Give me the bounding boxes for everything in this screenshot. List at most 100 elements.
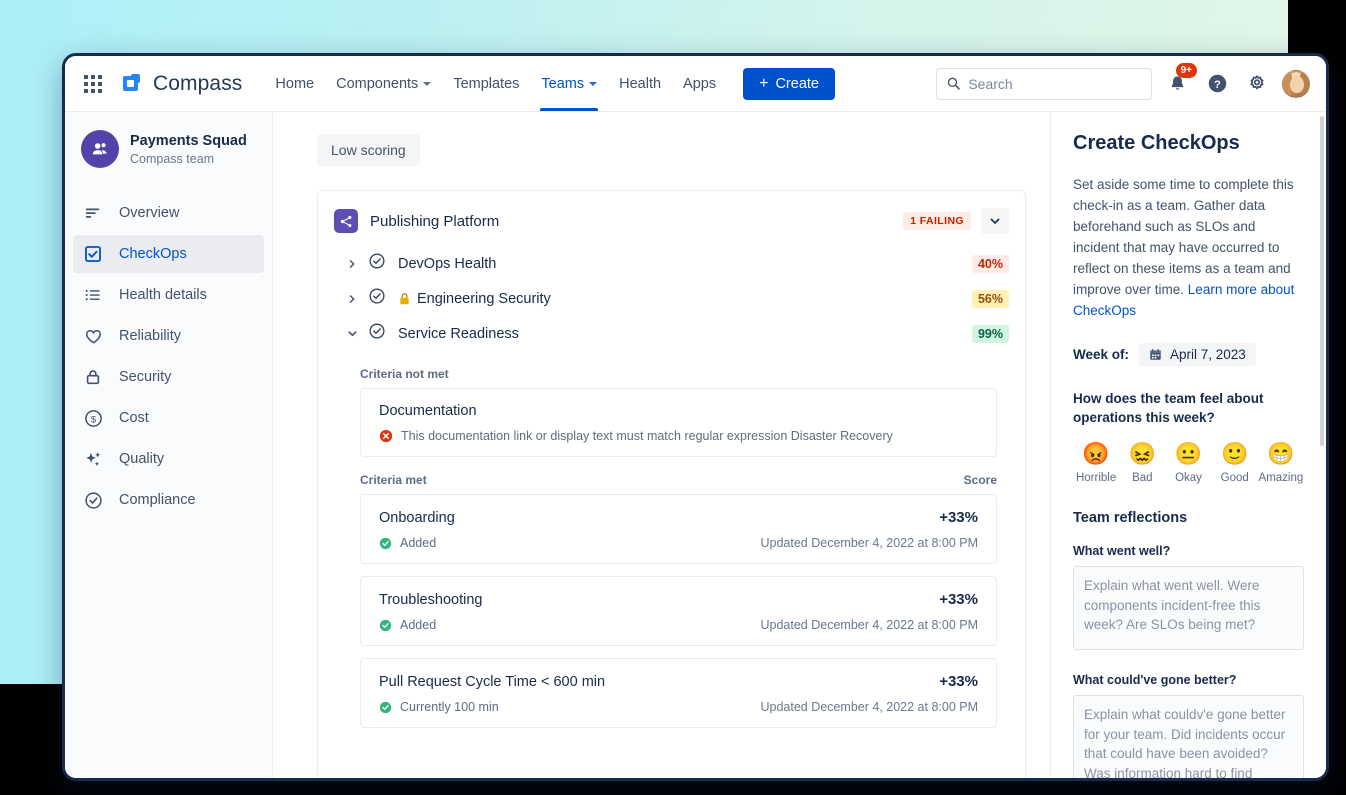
emoji-okay-icon: 😐 bbox=[1175, 442, 1202, 466]
chevron-down-icon[interactable] bbox=[344, 328, 360, 339]
panel-scrollbar-thumb[interactable] bbox=[1320, 116, 1324, 446]
sidebar-item-compliance[interactable]: Compliance bbox=[73, 481, 264, 519]
emoji-bad-icon: 😖 bbox=[1129, 442, 1156, 466]
panel-description: Set aside some time to complete this che… bbox=[1073, 175, 1304, 321]
scorecard-row-devops-health-label: DevOps Health bbox=[398, 256, 496, 272]
mood-option-bad[interactable]: 😖 Bad bbox=[1119, 442, 1165, 484]
nav-link-home[interactable]: Home bbox=[264, 56, 325, 111]
criteria-status: Added bbox=[379, 536, 436, 550]
nav-link-home-label: Home bbox=[275, 76, 314, 92]
mood-option-okay[interactable]: 😐 Okay bbox=[1165, 442, 1211, 484]
app-switcher-button[interactable] bbox=[77, 68, 109, 100]
check-circle-icon bbox=[368, 322, 386, 345]
criteria-met-heading-row: Criteria met Score bbox=[318, 457, 1025, 494]
sidebar-item-checkops[interactable]: CheckOps bbox=[73, 235, 264, 273]
list-lines-icon bbox=[83, 203, 103, 223]
nav-link-apps[interactable]: Apps bbox=[672, 56, 727, 111]
browser-window: Compass Home Components Templates Teams bbox=[62, 53, 1329, 781]
nav-link-teams-label: Teams bbox=[541, 76, 584, 92]
sparkle-icon bbox=[83, 449, 103, 469]
success-icon bbox=[379, 701, 392, 714]
search-box[interactable] bbox=[936, 68, 1152, 100]
what-went-well-input[interactable] bbox=[1073, 566, 1304, 650]
filter-chip-low-scoring[interactable]: Low scoring bbox=[317, 134, 420, 166]
sidebar-item-quality[interactable]: Quality bbox=[73, 440, 264, 478]
week-of-row: Week of: April 7 bbox=[1073, 343, 1304, 366]
criteria-card-onboarding: Onboarding +33% Added Update bbox=[360, 494, 997, 564]
failing-lozenge: 1 FAILING bbox=[903, 212, 971, 230]
nav-link-components[interactable]: Components bbox=[325, 56, 442, 111]
criteria-card-troubleshooting: Troubleshooting +33% Added U bbox=[360, 576, 997, 646]
screen-root: Compass Home Components Templates Teams bbox=[0, 0, 1346, 795]
dollar-circle-icon: $ bbox=[83, 408, 103, 428]
criteria-status: Added bbox=[379, 618, 436, 632]
criteria-error-text: This documentation link or display text … bbox=[401, 429, 893, 443]
user-avatar[interactable] bbox=[1282, 70, 1310, 98]
what-could-have-gone-better-input[interactable] bbox=[1073, 695, 1304, 781]
chevron-right-icon[interactable] bbox=[344, 259, 360, 269]
sidebar-item-overview[interactable]: Overview bbox=[73, 194, 264, 232]
help-button[interactable]: ? bbox=[1202, 69, 1232, 99]
mood-option-good[interactable]: 🙂 Good bbox=[1212, 442, 1258, 484]
check-circle-icon bbox=[368, 287, 386, 310]
search-input[interactable] bbox=[968, 76, 1141, 92]
sidebar-item-reliability-label: Reliability bbox=[119, 328, 181, 344]
week-date-picker[interactable]: April 7, 2023 bbox=[1139, 343, 1256, 366]
success-icon bbox=[379, 619, 392, 632]
sidebar-item-health-details[interactable]: Health details bbox=[73, 276, 264, 314]
nav-link-apps-label: Apps bbox=[683, 76, 716, 92]
component-share-icon bbox=[334, 209, 358, 233]
bullet-list-icon bbox=[83, 285, 103, 305]
compass-logo-link[interactable]: Compass bbox=[123, 72, 242, 96]
criteria-status-text: Added bbox=[400, 618, 436, 632]
mood-option-horrible[interactable]: 😡 Horrible bbox=[1073, 442, 1119, 484]
sidebar-item-reliability[interactable]: Reliability bbox=[73, 317, 264, 355]
mood-selector: 😡 Horrible 😖 Bad 😐 Okay 🙂 Good bbox=[1073, 442, 1304, 484]
check-circle-icon bbox=[368, 252, 386, 275]
chevron-down-icon bbox=[589, 82, 597, 86]
mood-label-good: Good bbox=[1221, 472, 1249, 484]
nav-link-teams[interactable]: Teams bbox=[530, 56, 608, 111]
lock-icon bbox=[83, 367, 103, 387]
nav-link-health-label: Health bbox=[619, 76, 661, 92]
panel-scrollbar[interactable] bbox=[1320, 116, 1324, 777]
scorecard-row-engineering-security[interactable]: Engineering Security 56% bbox=[318, 281, 1025, 316]
notifications-button[interactable]: 9+ bbox=[1162, 69, 1192, 99]
sidebar-item-cost[interactable]: $ Cost bbox=[73, 399, 264, 437]
scorecard-row-engineering-security-pct: 56% bbox=[972, 290, 1009, 308]
emoji-good-icon: 🙂 bbox=[1221, 442, 1248, 466]
criteria-title: Pull Request Cycle Time < 600 min bbox=[379, 674, 605, 690]
scorecard-row-devops-health-pct: 40% bbox=[972, 255, 1009, 273]
padlock-icon bbox=[398, 292, 411, 306]
page-body: Payments Squad Compass team Overview bbox=[65, 112, 1326, 781]
mood-option-amazing[interactable]: 😁 Amazing bbox=[1258, 442, 1304, 484]
settings-button[interactable] bbox=[1242, 69, 1272, 99]
what-went-well-label: What went well? bbox=[1073, 544, 1304, 558]
criteria-status-text: Currently 100 min bbox=[400, 700, 499, 714]
criteria-error-row: This documentation link or display text … bbox=[379, 429, 978, 443]
brand-name: Compass bbox=[153, 72, 242, 96]
check-circle-icon bbox=[83, 490, 103, 510]
create-checkops-panel: Create CheckOps Set aside some time to c… bbox=[1050, 112, 1326, 781]
mood-label-horrible: Horrible bbox=[1076, 472, 1116, 484]
emoji-amazing-icon: 😁 bbox=[1267, 442, 1294, 466]
scorecard-row-devops-health[interactable]: DevOps Health 40% bbox=[318, 246, 1025, 281]
sidebar-item-security[interactable]: Security bbox=[73, 358, 264, 396]
scorecard-panel: Publishing Platform 1 FAILING bbox=[317, 190, 1026, 781]
chevron-down-icon bbox=[989, 215, 1001, 227]
week-of-label: Week of: bbox=[1073, 347, 1129, 362]
chevron-right-icon[interactable] bbox=[344, 294, 360, 304]
score-column-heading: Score bbox=[964, 473, 997, 494]
nav-link-templates[interactable]: Templates bbox=[442, 56, 530, 111]
sidebar-item-overview-label: Overview bbox=[119, 205, 179, 221]
scorecard-row-service-readiness[interactable]: Service Readiness 99% bbox=[318, 316, 1025, 351]
team-header[interactable]: Payments Squad Compass team bbox=[65, 130, 272, 168]
sidebar-item-health-details-label: Health details bbox=[119, 287, 207, 303]
create-button[interactable]: + Create bbox=[743, 68, 835, 100]
sidebar-item-security-label: Security bbox=[119, 369, 171, 385]
mood-label-bad: Bad bbox=[1132, 472, 1152, 484]
nav-link-health[interactable]: Health bbox=[608, 56, 672, 111]
criteria-title: Documentation bbox=[379, 403, 978, 419]
heart-icon bbox=[83, 326, 103, 346]
scorecard-collapse-button[interactable] bbox=[981, 208, 1009, 234]
